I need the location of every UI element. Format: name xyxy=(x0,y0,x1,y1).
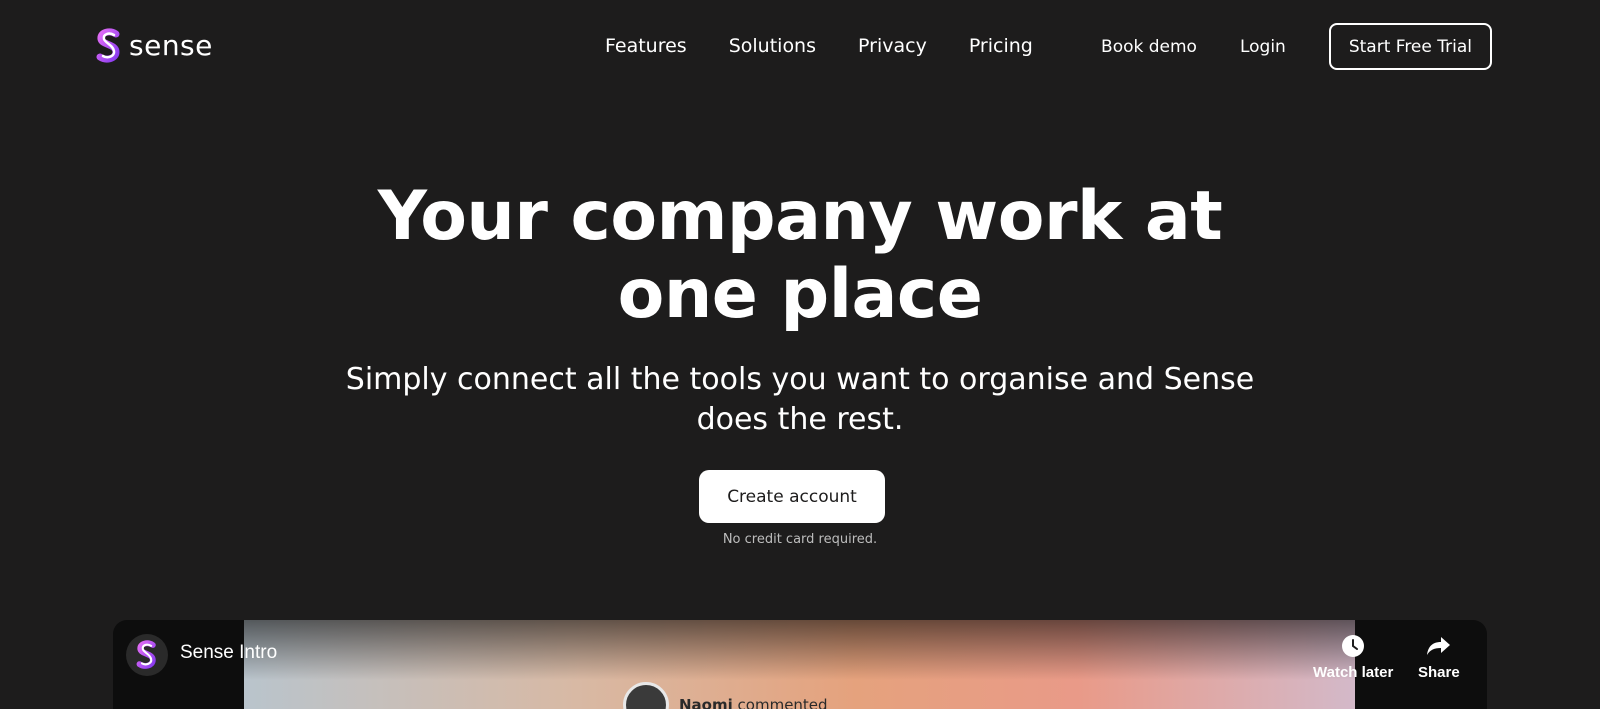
share-label: Share xyxy=(1418,664,1460,681)
video-title[interactable]: Sense Intro xyxy=(180,642,277,664)
main-nav: Features Solutions Privacy Pricing xyxy=(605,34,1075,58)
login-link[interactable]: Login xyxy=(1240,24,1286,70)
hero-title-line-1: Your company work at xyxy=(377,177,1223,256)
commenter-name: Naomi xyxy=(679,696,733,709)
create-account-button[interactable]: Create account xyxy=(699,470,885,523)
sense-logo-icon xyxy=(96,28,120,63)
site-header: sense Features Solutions Privacy Pricing… xyxy=(0,0,1600,92)
brand-logo[interactable]: sense xyxy=(94,28,213,64)
hero-title: Your company work at one place xyxy=(0,178,1600,334)
no-credit-card-note: No credit card required. xyxy=(722,532,878,547)
nav-features[interactable]: Features xyxy=(605,34,687,58)
commenter-avatar xyxy=(623,682,669,709)
hero-subtitle: Simply connect all the tools you want to… xyxy=(0,360,1600,440)
intro-video-player[interactable]: Sense Intro Watch later Share Naomi comm… xyxy=(113,620,1487,709)
watch-later-button[interactable]: Watch later xyxy=(1313,634,1393,681)
book-demo-link[interactable]: Book demo xyxy=(1101,24,1197,70)
hero-subtitle-line-2: does the rest. xyxy=(696,402,904,437)
nav-solutions[interactable]: Solutions xyxy=(729,34,816,58)
commenter-action: commented xyxy=(737,696,828,709)
sense-logo-icon xyxy=(136,640,156,669)
nav-privacy[interactable]: Privacy xyxy=(858,34,927,58)
nav-pricing[interactable]: Pricing xyxy=(969,34,1033,58)
channel-avatar[interactable] xyxy=(126,634,168,676)
hero-subtitle-line-1: Simply connect all the tools you want to… xyxy=(345,362,1255,397)
watch-later-label: Watch later xyxy=(1313,664,1394,681)
share-button[interactable]: Share xyxy=(1418,634,1460,681)
start-free-trial-button[interactable]: Start Free Trial xyxy=(1328,23,1492,70)
account-nav: Book demo Login Start Free Trial xyxy=(1101,23,1492,70)
commenter-card: Naomi commented xyxy=(623,682,828,709)
share-arrow-icon xyxy=(1426,637,1450,655)
hero-title-line-2: one place xyxy=(617,255,983,334)
brand-name: sense xyxy=(129,29,213,62)
clock-icon xyxy=(1342,635,1365,657)
commenter-text: Naomi commented xyxy=(679,696,828,709)
